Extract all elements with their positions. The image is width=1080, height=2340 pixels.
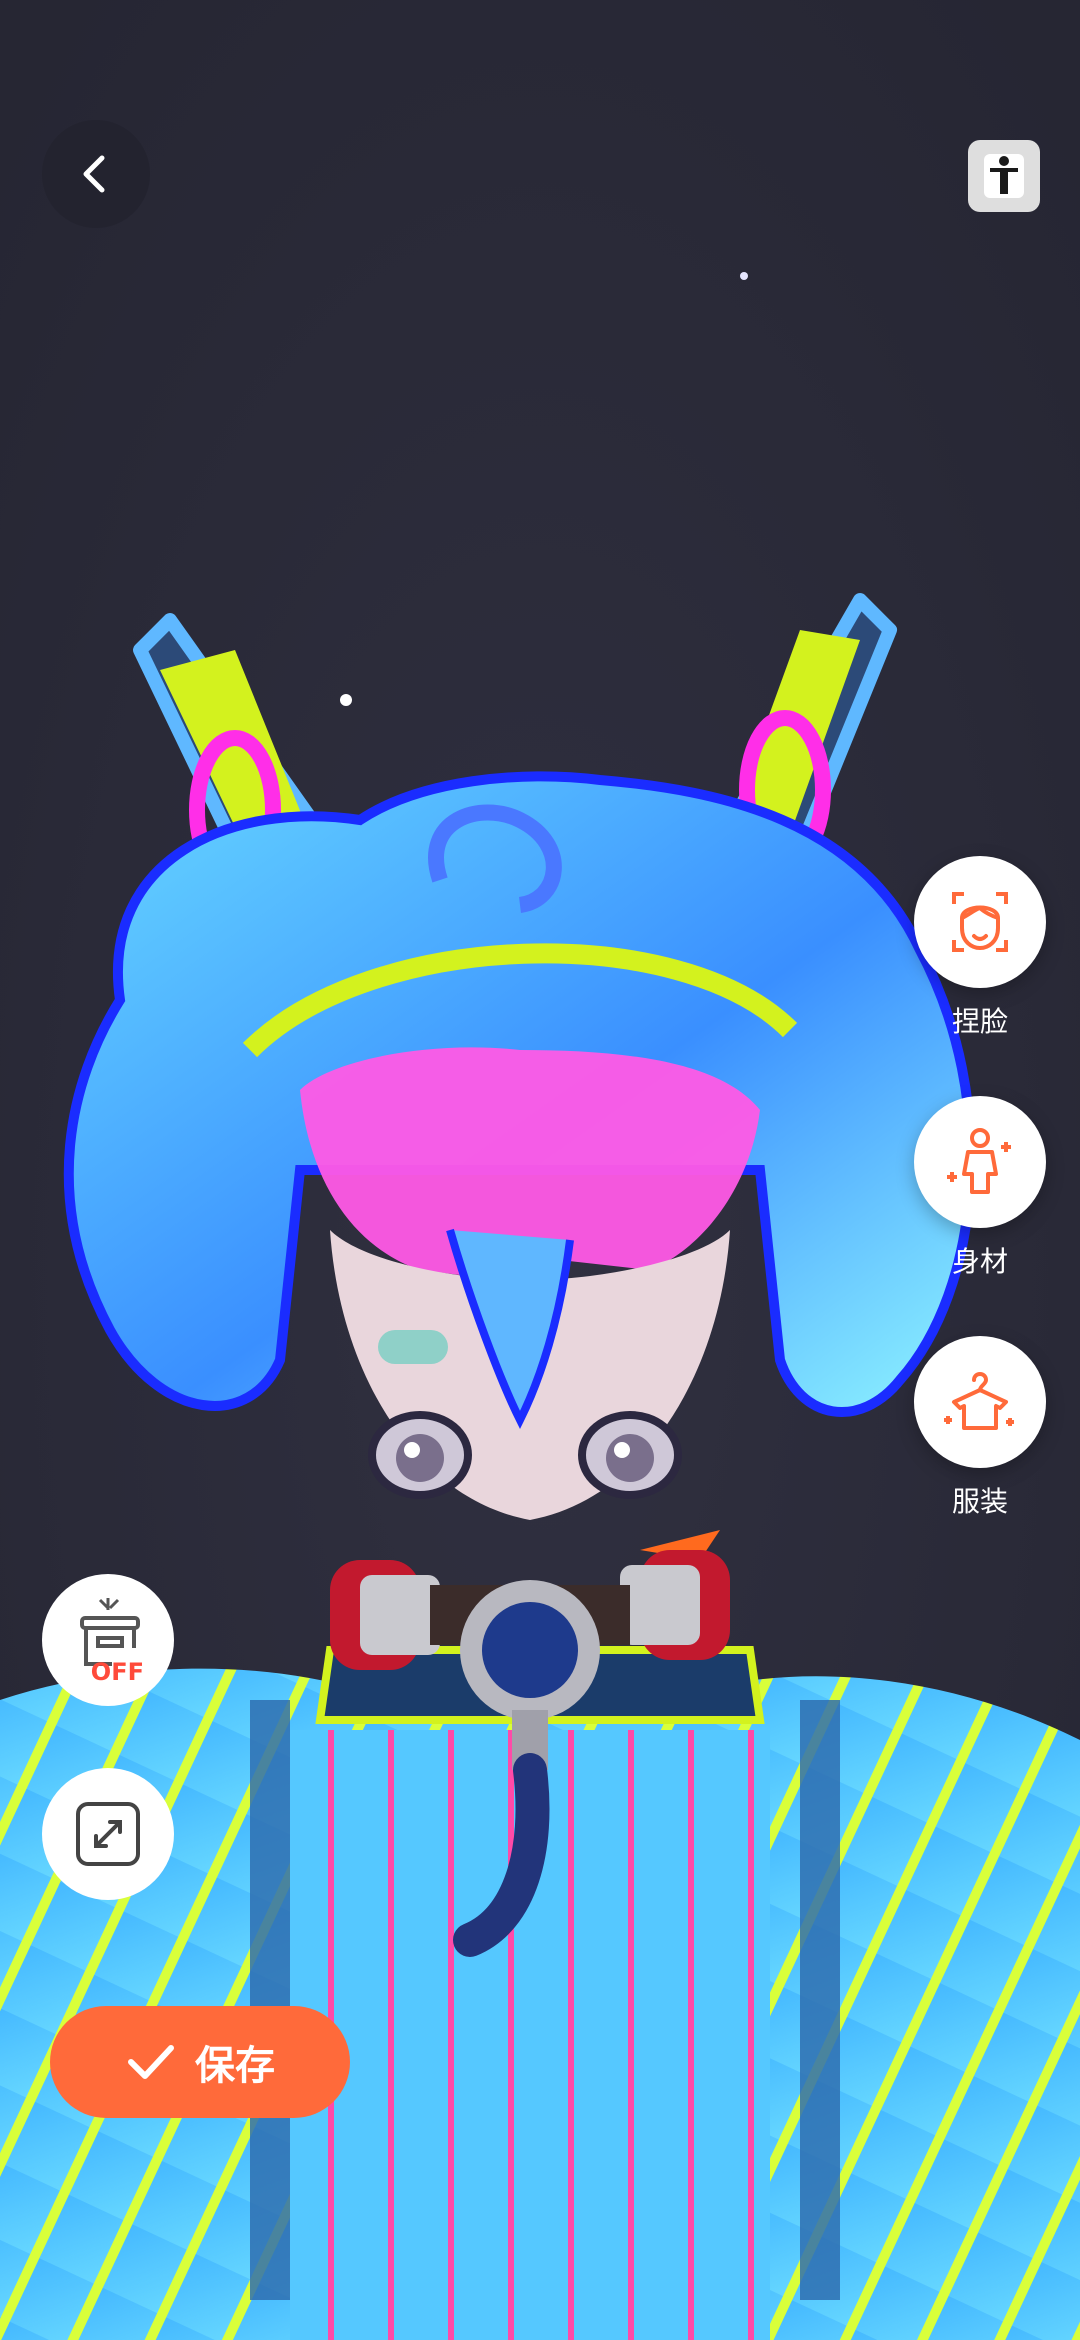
save-button[interactable]: 保存 (50, 2006, 350, 2118)
face-button[interactable] (914, 856, 1046, 988)
body-shape-icon (947, 1128, 1011, 1194)
body-button[interactable] (914, 1096, 1046, 1228)
outfit-menu[interactable]: 服装 (914, 1336, 1046, 1520)
back-button[interactable] (42, 120, 150, 228)
expand-button[interactable] (42, 1768, 174, 1900)
face-label: 捏脸 (951, 1005, 1008, 1038)
face-menu[interactable]: 捏脸 (914, 856, 1046, 1040)
body-label: 身材 (951, 1245, 1008, 1278)
check-icon (128, 2045, 174, 2079)
save-label: 保存 (195, 2043, 275, 2089)
expand-icon (76, 1802, 140, 1866)
full-body-view-button[interactable] (968, 140, 1040, 212)
outfit-button[interactable] (914, 1336, 1046, 1468)
box-off-icon: OFF (80, 1598, 144, 1686)
body-menu[interactable]: 身材 (914, 1096, 1046, 1280)
face-icon (952, 892, 1008, 952)
off-badge: OFF (91, 1658, 144, 1686)
outfit-label: 服装 (951, 1485, 1008, 1518)
chevron-left-icon (83, 155, 105, 193)
hanger-icon (944, 1372, 1014, 1430)
scene-toggle-button[interactable]: OFF (42, 1574, 174, 1706)
person-icon (984, 154, 1024, 198)
